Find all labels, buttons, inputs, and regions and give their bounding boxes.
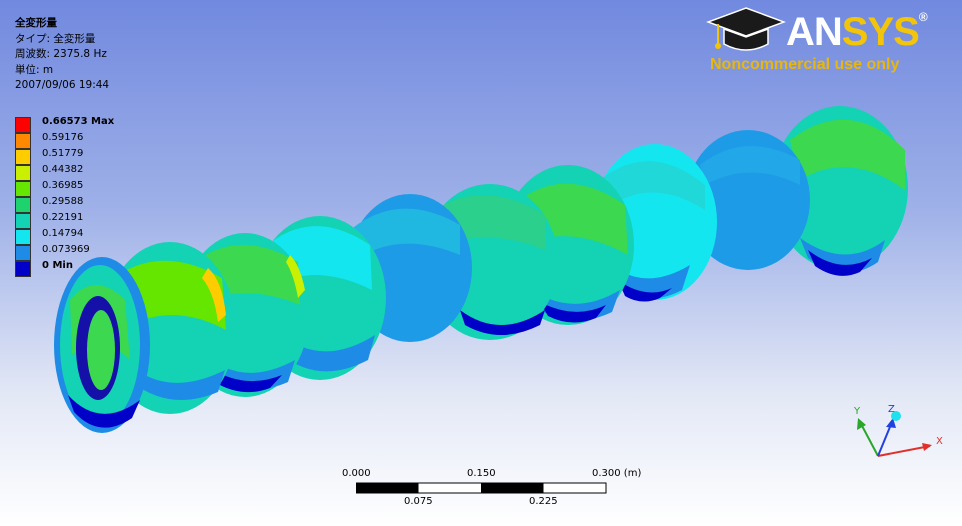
legend-swatch [15, 165, 31, 181]
legend-swatch [15, 229, 31, 245]
scale-label-150: 0.150 [467, 468, 496, 479]
legend-swatch [15, 149, 31, 165]
x-axis-label: X [936, 436, 943, 447]
result-unit: 単位: m [15, 63, 54, 76]
legend-swatch [15, 261, 31, 277]
result-timestamp: 2007/09/06 19:44 [15, 79, 110, 91]
legend-label: 0.44382 [42, 164, 84, 175]
noncommercial-notice: Noncommercial use only [710, 56, 900, 73]
legend-swatch [15, 197, 31, 213]
legend-swatch [15, 181, 31, 197]
ansys-wordmark: ANSYS® [786, 10, 928, 54]
scale-bar-graphic [356, 482, 607, 494]
graduation-cap-icon [706, 7, 786, 51]
scale-label-0: 0.000 [342, 468, 371, 479]
legend-swatch [15, 213, 31, 229]
result-type: タイプ: 全変形量 [15, 32, 96, 45]
legend-swatch [15, 133, 31, 149]
legend-label: 0.66573 Max [42, 116, 115, 127]
legend-swatch [15, 117, 31, 133]
legend-label: 0.36985 [42, 180, 84, 191]
y-axis-arrow [857, 418, 879, 457]
axis-triad[interactable]: X Y Z [840, 400, 960, 470]
legend-label: 0.14794 [42, 228, 84, 239]
model-ring [54, 257, 150, 433]
legend-label: 0.59176 [42, 132, 84, 143]
x-axis-arrow [877, 443, 932, 457]
scale-label-225: 0.225 [529, 496, 558, 507]
legend-label: 0.51779 [42, 148, 84, 159]
scale-bar: 0.000 0.150 0.300 (m) 0.075 0.225 [330, 468, 650, 516]
result-title: 全変形量 [15, 17, 57, 29]
ansys-logo: ANSYS® Noncommercial use only [706, 4, 946, 78]
z-axis-label: Z [888, 404, 895, 415]
result-info: 全変形量 タイプ: 全変形量 周波数: 2375.8 Hz 単位: m 2007… [15, 16, 109, 94]
legend-label: 0.073969 [42, 244, 90, 255]
y-axis-label: Y [853, 406, 861, 417]
legend-swatch [15, 245, 31, 261]
legend-label: 0.29588 [42, 196, 84, 207]
graphics-viewport[interactable]: 全変形量 タイプ: 全変形量 周波数: 2375.8 Hz 単位: m 2007… [0, 0, 962, 526]
legend-label: 0.22191 [42, 212, 84, 223]
legend-label: 0 Min [42, 260, 73, 271]
scale-label-300: 0.300 (m) [592, 468, 642, 479]
result-frequency: 周波数: 2375.8 Hz [15, 48, 107, 60]
deformed-tube-model[interactable] [0, 0, 962, 526]
z-axis-arrow [877, 418, 896, 457]
scale-label-075: 0.075 [404, 496, 433, 507]
